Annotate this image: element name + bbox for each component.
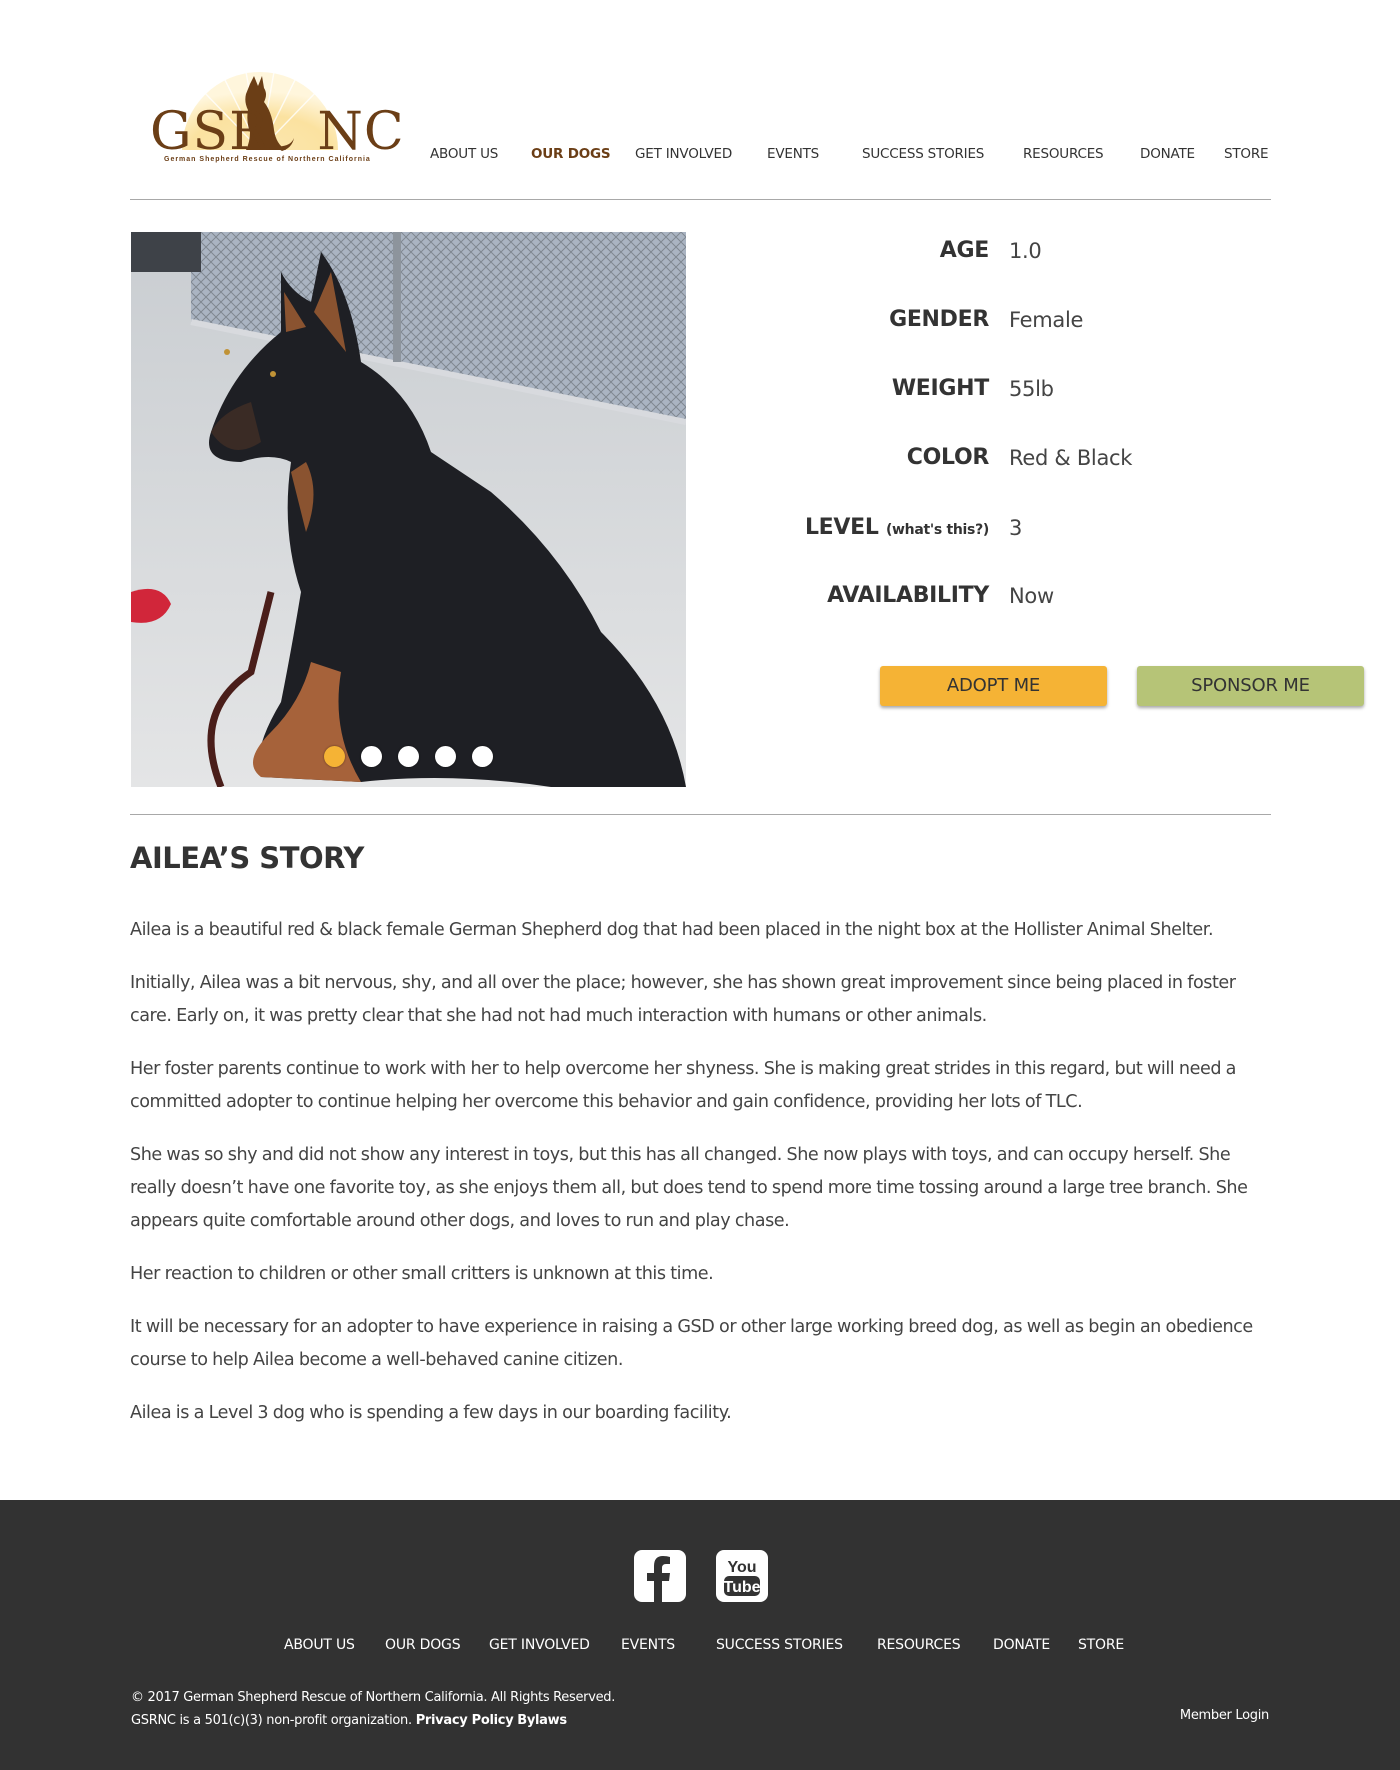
- carousel-dot-2[interactable]: [361, 746, 382, 767]
- nav-about-us[interactable]: ABOUT US: [430, 146, 498, 162]
- footer-nav-store[interactable]: STORE: [1078, 1637, 1124, 1653]
- footer-nav-get-involved[interactable]: GET INVOLVED: [489, 1637, 590, 1653]
- story-paragraph: Ailea is a beautiful red & black female …: [130, 920, 1214, 940]
- footer-nav-about-us[interactable]: ABOUT US: [284, 1637, 355, 1653]
- story-paragraph: Her reaction to children or other small …: [130, 1264, 714, 1284]
- story-paragraph: Initially, Ailea was a bit nervous, shy,…: [130, 973, 1236, 1026]
- copyright-text: © 2017 German Shepherd Rescue of Norther…: [131, 1690, 616, 1705]
- privacy-policy-link[interactable]: Privacy Policy: [416, 1713, 514, 1728]
- story-paragraph: Her foster parents continue to work with…: [130, 1059, 1237, 1112]
- fact-value-color: Red & Black: [1009, 446, 1133, 470]
- carousel-dot-3[interactable]: [398, 746, 419, 767]
- site-footer: You Tube ABOUT US OUR DOGS GET INVOLVED …: [0, 1500, 1400, 1770]
- fact-value-weight: 55lb: [1009, 377, 1054, 401]
- fact-value-level: 3: [1009, 516, 1023, 540]
- level-help-link[interactable]: (what's this?): [886, 522, 989, 538]
- nav-resources[interactable]: RESOURCES: [1023, 146, 1104, 162]
- facebook-glyph: [647, 1556, 670, 1602]
- main-nav: ABOUT US OUR DOGS GET INVOLVED EVENTS SU…: [130, 146, 1271, 166]
- story-paragraph: It will be necessary for an adopter to h…: [130, 1317, 1253, 1370]
- fact-label-color: COLOR: [906, 445, 990, 470]
- dog-profile: AGE 1.0 GENDER Female WEIGHT 55lb COLOR …: [130, 232, 1364, 815]
- story-paragraph: She was so shy and did not show any inte…: [130, 1145, 1248, 1231]
- youtube-icon[interactable]: You Tube: [716, 1550, 768, 1602]
- carousel-dot-4[interactable]: [435, 746, 456, 767]
- story-body: Ailea is a beautiful red & black female …: [130, 914, 1271, 1450]
- carousel-dot-5[interactable]: [472, 746, 493, 767]
- youtube-glyph: You Tube: [723, 1559, 761, 1596]
- story-paragraph: Ailea is a Level 3 dog who is spending a…: [130, 1403, 732, 1423]
- nonprofit-text: GSRNC is a 501(c)(3) non-profit organiza…: [131, 1713, 412, 1728]
- nav-success-stories[interactable]: SUCCESS STORIES: [862, 146, 984, 162]
- dog-photo: [131, 232, 686, 787]
- footer-nav-our-dogs[interactable]: OUR DOGS: [385, 1637, 461, 1653]
- footer-nav-events[interactable]: EVENTS: [621, 1637, 675, 1653]
- facebook-icon[interactable]: [634, 1550, 686, 1602]
- nav-get-involved[interactable]: GET INVOLVED: [635, 146, 732, 162]
- fact-color: COLOR Red & Black: [710, 441, 1270, 481]
- dog-photo-carousel[interactable]: [131, 232, 686, 787]
- footer-nav-resources[interactable]: RESOURCES: [877, 1637, 961, 1653]
- carousel-dot-1[interactable]: [324, 746, 345, 767]
- level-label-text: LEVEL: [804, 515, 879, 540]
- fact-value-gender: Female: [1009, 308, 1084, 332]
- nav-events[interactable]: EVENTS: [767, 146, 819, 162]
- sponsor-me-button[interactable]: SPONSOR ME: [1137, 666, 1364, 706]
- nav-donate[interactable]: DONATE: [1140, 146, 1195, 162]
- social-links: You Tube: [0, 1550, 1400, 1604]
- fact-label-age: AGE: [939, 238, 990, 263]
- site-header: GSR NC German Shepherd Rescue of Northern…: [130, 0, 1271, 200]
- fact-weight: WEIGHT 55lb: [710, 372, 1270, 412]
- fact-gender: GENDER Female: [710, 303, 1270, 343]
- nav-our-dogs[interactable]: OUR DOGS: [531, 146, 611, 162]
- footer-nav-success-stories[interactable]: SUCCESS STORIES: [716, 1637, 843, 1653]
- fact-value-age: 1.0: [1009, 239, 1042, 263]
- svg-text:Tube: Tube: [723, 1579, 760, 1596]
- fact-age: AGE 1.0: [710, 234, 1270, 274]
- adopt-me-button[interactable]: ADOPT ME: [880, 666, 1107, 706]
- copyright-block: © 2017 German Shepherd Rescue of Norther…: [131, 1686, 615, 1732]
- member-login-link[interactable]: Member Login: [1180, 1708, 1269, 1723]
- fact-availability: AVAILABILITY Now: [710, 579, 1270, 619]
- nav-store[interactable]: STORE: [1224, 146, 1269, 162]
- fact-level: LEVEL (what's this?) 3: [710, 511, 1270, 551]
- fact-label-level: LEVEL (what's this?): [805, 515, 989, 540]
- fact-label-availability: AVAILABILITY: [827, 583, 989, 608]
- story-title: AILEA’S STORY: [130, 841, 364, 875]
- fact-value-availability: Now: [1009, 584, 1054, 608]
- bylaws-link[interactable]: Bylaws: [517, 1713, 567, 1728]
- footer-nav: ABOUT US OUR DOGS GET INVOLVED EVENTS SU…: [0, 1637, 1400, 1657]
- svg-text:You: You: [727, 1559, 756, 1576]
- fact-label-gender: GENDER: [889, 307, 989, 332]
- footer-nav-donate[interactable]: DONATE: [993, 1637, 1050, 1653]
- dog-story: AILEA’S STORY Ailea is a beautiful red &…: [130, 838, 1271, 1423]
- fact-label-weight: WEIGHT: [891, 376, 989, 401]
- nonprofit-line: GSRNC is a 501(c)(3) non-profit organiza…: [131, 1709, 615, 1732]
